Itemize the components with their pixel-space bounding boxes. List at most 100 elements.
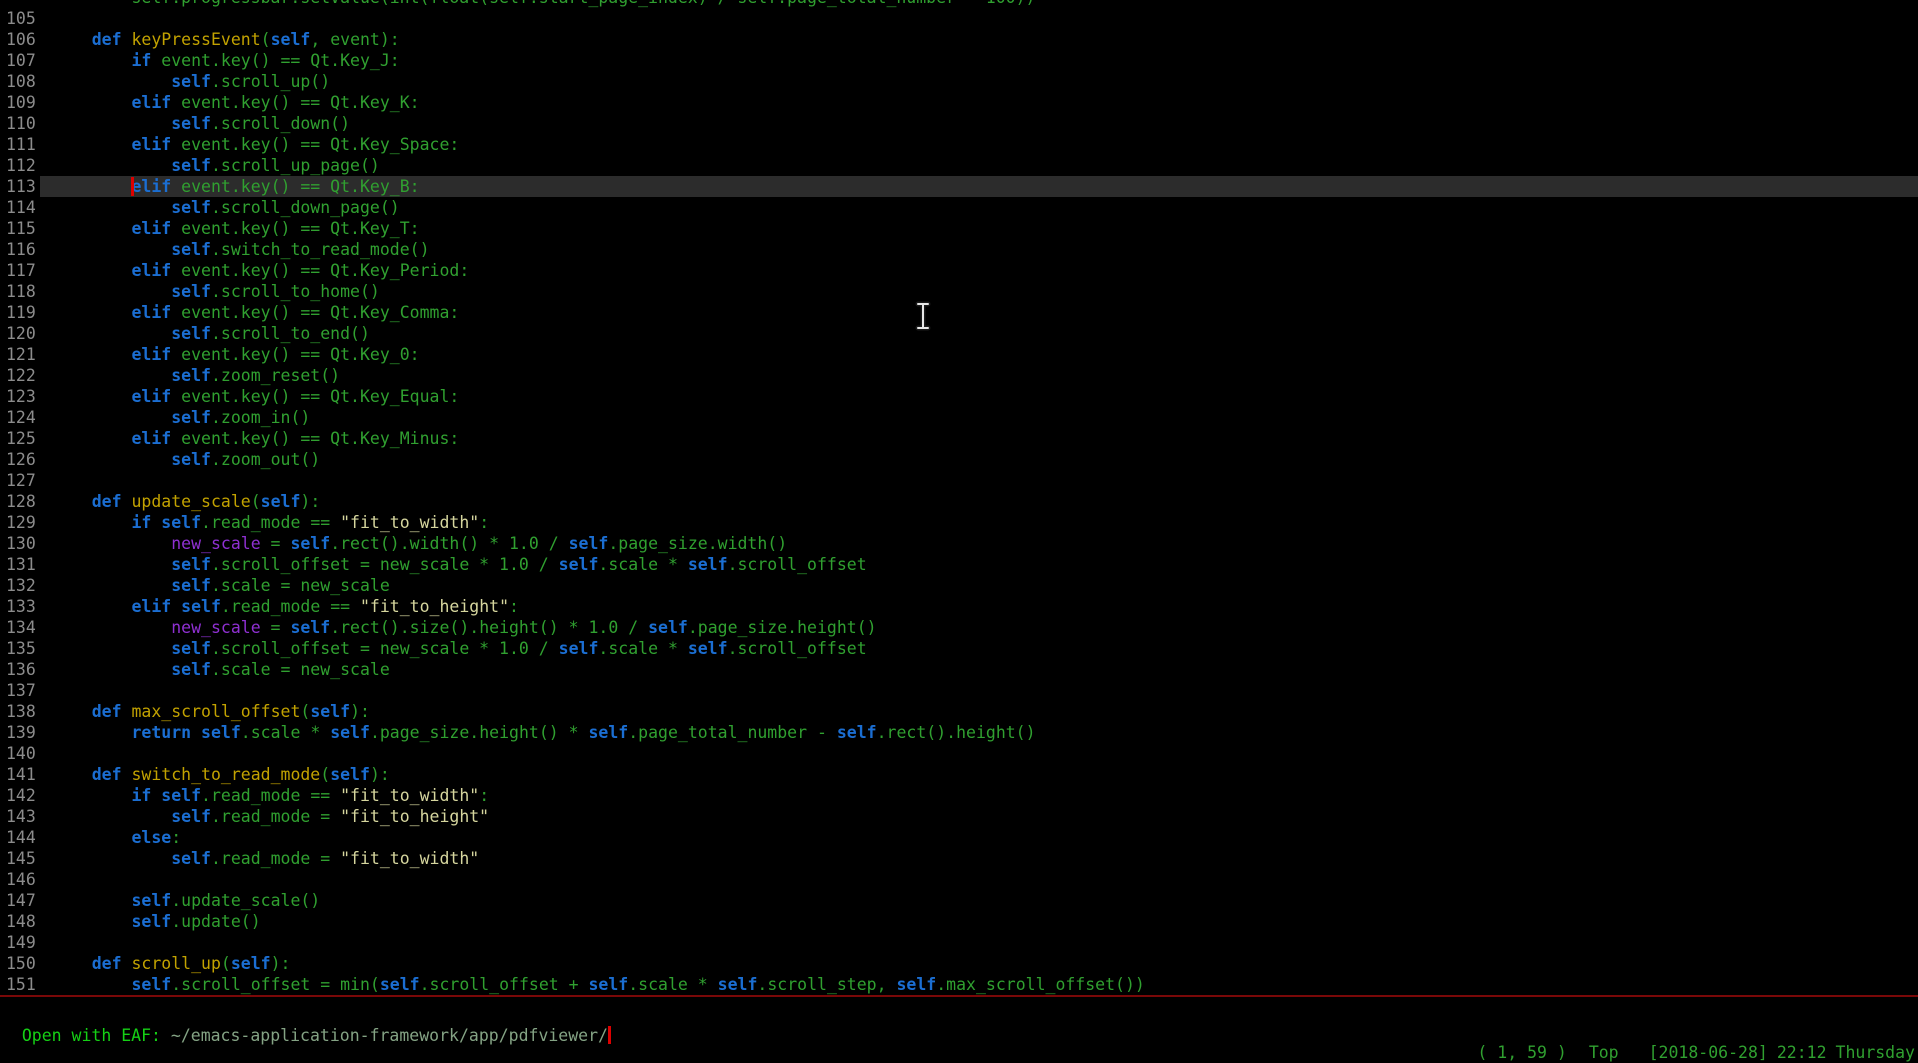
- tray-weekday: Thursday: [1836, 1042, 1915, 1063]
- code-line[interactable]: 121 elif event.key() == Qt.Key_0:: [0, 344, 1918, 365]
- code-line[interactable]: 148 self.update(): [0, 911, 1918, 932]
- minibuffer[interactable]: Open with EAF: ~/emacs-application-frame…: [0, 999, 1918, 1023]
- code-line[interactable]: 126 self.zoom_out(): [0, 449, 1918, 470]
- code-text: def max_scroll_offset(self):: [40, 701, 1918, 722]
- code-line[interactable]: 141 def switch_to_read_mode(self):: [0, 764, 1918, 785]
- line-number: 127: [0, 470, 40, 491]
- code-text: [40, 869, 1918, 890]
- code-line[interactable]: 123 elif event.key() == Qt.Key_Equal:: [0, 386, 1918, 407]
- code-line[interactable]: 147 self.update_scale(): [0, 890, 1918, 911]
- code-line[interactable]: 134 new_scale = self.rect().size().heigh…: [0, 617, 1918, 638]
- code-line[interactable]: 139 return self.scale * self.page_size.h…: [0, 722, 1918, 743]
- code-line[interactable]: 132 self.scale = new_scale: [0, 575, 1918, 596]
- code-line[interactable]: 128 def update_scale(self):: [0, 491, 1918, 512]
- line-number: 111: [0, 134, 40, 155]
- line-number: 143: [0, 806, 40, 827]
- code-text: self.zoom_out(): [40, 449, 1918, 470]
- line-number: 151: [0, 974, 40, 995]
- line-number: 130: [0, 533, 40, 554]
- code-line[interactable]: 110 self.scroll_down(): [0, 113, 1918, 134]
- code-line[interactable]: 150 def scroll_up(self):: [0, 953, 1918, 974]
- code-line[interactable]: 135 self.scroll_offset = new_scale * 1.0…: [0, 638, 1918, 659]
- code-line[interactable]: 105: [0, 8, 1918, 29]
- line-number: 122: [0, 365, 40, 386]
- code-line[interactable]: 117 elif event.key() == Qt.Key_Period:: [0, 260, 1918, 281]
- code-line[interactable]: 137: [0, 680, 1918, 701]
- minibuffer-prompt: Open with EAF:: [22, 1026, 171, 1045]
- code-line[interactable]: 113 elif event.key() == Qt.Key_B:: [0, 176, 1918, 197]
- code-buffer[interactable]: self.progressbar.setValue(int(float(self…: [0, 0, 1918, 995]
- line-number: 105: [0, 8, 40, 29]
- code-line[interactable]: 125 elif event.key() == Qt.Key_Minus:: [0, 428, 1918, 449]
- code-text: self.scroll_to_end(): [40, 323, 1918, 344]
- code-line[interactable]: 106 def keyPressEvent(self, event):: [0, 29, 1918, 50]
- line-number: 145: [0, 848, 40, 869]
- code-text: self.scale = new_scale: [40, 575, 1918, 596]
- code-line[interactable]: 146: [0, 869, 1918, 890]
- code-line[interactable]: 144 else:: [0, 827, 1918, 848]
- code-text: self.scroll_offset = new_scale * 1.0 / s…: [40, 554, 1918, 575]
- code-text: if self.read_mode == "fit_to_width":: [40, 512, 1918, 533]
- code-line[interactable]: 130 new_scale = self.rect().width() * 1.…: [0, 533, 1918, 554]
- awesome-tray: ( 1, 59 )Top[2018-06-28]22:12Thursday: [1458, 1021, 1915, 1063]
- code-line[interactable]: 120 self.scroll_to_end(): [0, 323, 1918, 344]
- code-line[interactable]: 115 elif event.key() == Qt.Key_T:: [0, 218, 1918, 239]
- code-line[interactable]: 119 elif event.key() == Qt.Key_Comma:: [0, 302, 1918, 323]
- code-text: self.read_mode = "fit_to_height": [40, 806, 1918, 827]
- line-number: 137: [0, 680, 40, 701]
- line-number: 134: [0, 617, 40, 638]
- tray-cursor-position: ( 1, 59 ): [1477, 1042, 1566, 1063]
- code-line[interactable]: 151 self.scroll_offset = min(self.scroll…: [0, 974, 1918, 995]
- tray-time: 22:12: [1777, 1042, 1827, 1063]
- line-number: 110: [0, 113, 40, 134]
- code-text: def update_scale(self):: [40, 491, 1918, 512]
- code-line[interactable]: 127: [0, 470, 1918, 491]
- code-text: [40, 8, 1918, 29]
- code-line[interactable]: 108 self.scroll_up(): [0, 71, 1918, 92]
- code-line[interactable]: 116 self.switch_to_read_mode(): [0, 239, 1918, 260]
- code-line[interactable]: 109 elif event.key() == Qt.Key_K:: [0, 92, 1918, 113]
- line-number: 113: [0, 176, 40, 197]
- code-text: elif event.key() == Qt.Key_Space:: [40, 134, 1918, 155]
- code-line[interactable]: 124 self.zoom_in(): [0, 407, 1918, 428]
- code-line[interactable]: 129 if self.read_mode == "fit_to_width":: [0, 512, 1918, 533]
- code-line[interactable]: 143 self.read_mode = "fit_to_height": [0, 806, 1918, 827]
- minibuffer-input[interactable]: ~/emacs-application-framework/app/pdfvie…: [171, 1026, 608, 1045]
- line-number: 139: [0, 722, 40, 743]
- line-number: 144: [0, 827, 40, 848]
- code-text: new_scale = self.rect().width() * 1.0 / …: [40, 533, 1918, 554]
- code-line[interactable]: 140: [0, 743, 1918, 764]
- code-line[interactable]: 114 self.scroll_down_page(): [0, 197, 1918, 218]
- line-number: 138: [0, 701, 40, 722]
- code-text: self.update_scale(): [40, 890, 1918, 911]
- code-line[interactable]: 133 elif self.read_mode == "fit_to_heigh…: [0, 596, 1918, 617]
- line-number: 119: [0, 302, 40, 323]
- code-text: [40, 743, 1918, 764]
- line-number: 109: [0, 92, 40, 113]
- code-text: elif event.key() == Qt.Key_Comma:: [40, 302, 1918, 323]
- code-text: if self.read_mode == "fit_to_width":: [40, 785, 1918, 806]
- code-text: self.switch_to_read_mode(): [40, 239, 1918, 260]
- code-line[interactable]: 111 elif event.key() == Qt.Key_Space:: [0, 134, 1918, 155]
- line-number: 117: [0, 260, 40, 281]
- code-text: self.zoom_reset(): [40, 365, 1918, 386]
- line-number: 150: [0, 953, 40, 974]
- code-line[interactable]: 112 self.scroll_up_page(): [0, 155, 1918, 176]
- code-line[interactable]: 118 self.scroll_to_home(): [0, 281, 1918, 302]
- code-text: def keyPressEvent(self, event):: [40, 29, 1918, 50]
- code-line[interactable]: 122 self.zoom_reset(): [0, 365, 1918, 386]
- code-text: self.read_mode = "fit_to_width": [40, 848, 1918, 869]
- code-line[interactable]: 138 def max_scroll_offset(self):: [0, 701, 1918, 722]
- code-line[interactable]: 145 self.read_mode = "fit_to_width": [0, 848, 1918, 869]
- code-line[interactable]: 131 self.scroll_offset = new_scale * 1.0…: [0, 554, 1918, 575]
- code-text: self.zoom_in(): [40, 407, 1918, 428]
- line-number: 146: [0, 869, 40, 890]
- line-number: 112: [0, 155, 40, 176]
- code-line[interactable]: 149: [0, 932, 1918, 953]
- code-text: self.scale = new_scale: [40, 659, 1918, 680]
- code-text: [40, 470, 1918, 491]
- code-text: elif event.key() == Qt.Key_0:: [40, 344, 1918, 365]
- code-line[interactable]: 142 if self.read_mode == "fit_to_width":: [0, 785, 1918, 806]
- code-line[interactable]: 107 if event.key() == Qt.Key_J:: [0, 50, 1918, 71]
- code-line[interactable]: 136 self.scale = new_scale: [0, 659, 1918, 680]
